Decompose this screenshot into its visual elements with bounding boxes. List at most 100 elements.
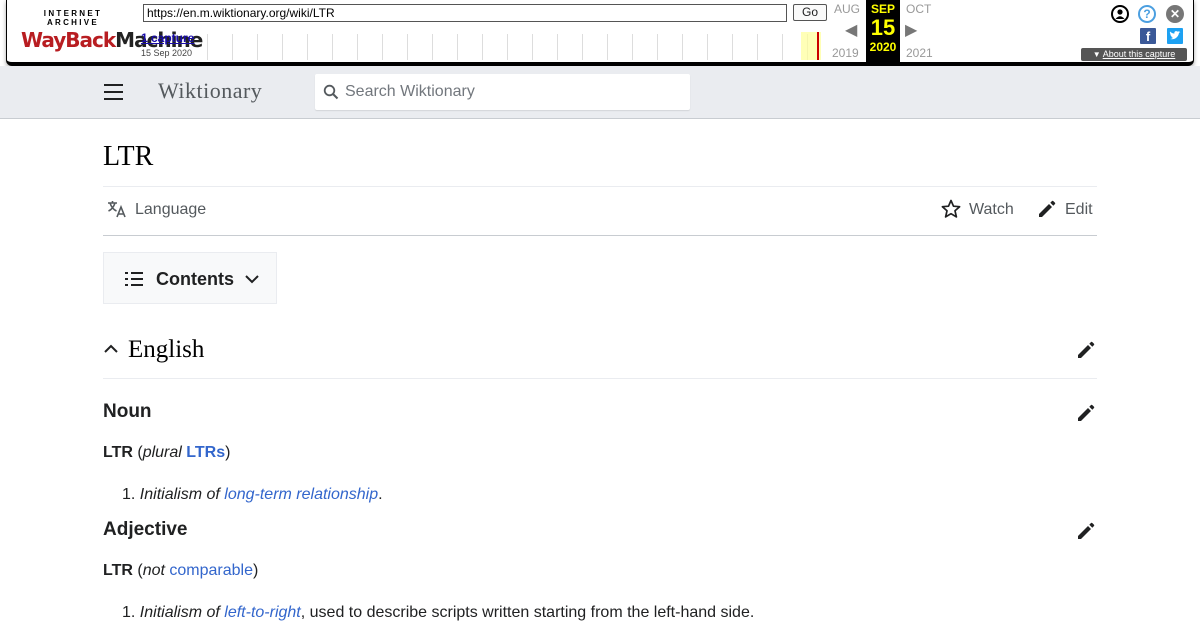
- sparkline-tick: [382, 34, 383, 60]
- sparkline-tick: [307, 34, 308, 60]
- triangle-down-icon: ▼: [1092, 50, 1101, 59]
- noun-plural-link[interactable]: LTRs: [186, 444, 225, 461]
- site-brand[interactable]: Wiktionary: [158, 78, 262, 104]
- wayback-logo-top: INTERNET ARCHIVE: [43, 9, 103, 27]
- about-capture-button[interactable]: ▼ About this capture: [1081, 48, 1187, 61]
- sparkline-tick: [357, 34, 358, 60]
- sparkline-tick: [582, 34, 583, 60]
- edit-button[interactable]: Edit: [1037, 200, 1093, 219]
- adjective-def-link[interactable]: left-to-right: [224, 604, 300, 621]
- sparkline-capture-mark[interactable]: [817, 32, 819, 60]
- user-icon[interactable]: [1111, 5, 1129, 23]
- noun-def-link[interactable]: long-term relationship: [224, 486, 378, 503]
- sparkline-tick: [482, 34, 483, 60]
- adjective-headword: LTR: [103, 562, 133, 579]
- wayback-sparkline[interactable]: [201, 32, 827, 60]
- watch-button[interactable]: Watch: [941, 199, 1014, 219]
- wayback-current-day: 15: [870, 15, 896, 40]
- close-icon[interactable]: ✕: [1166, 5, 1184, 23]
- toc-button[interactable]: Contents: [103, 252, 277, 304]
- adjective-definition: 1. Initialism of left-to-right, used to …: [122, 604, 754, 622]
- sparkline-tick: [632, 34, 633, 60]
- adjective-headword-line: LTR (not comparable): [103, 562, 258, 580]
- sparkline-tick: [557, 34, 558, 60]
- pencil-icon[interactable]: [1076, 403, 1096, 423]
- wayback-current-date: SEP 15 2020: [866, 0, 900, 62]
- watch-label: Watch: [969, 201, 1014, 218]
- toc-label: Contents: [156, 269, 234, 289]
- noun-paren-close: ): [225, 444, 231, 461]
- wayback-next-year[interactable]: 2021: [906, 46, 933, 60]
- wayback-go-button[interactable]: Go: [793, 4, 827, 21]
- edit-label: Edit: [1065, 201, 1093, 218]
- chevron-up-icon: [104, 344, 118, 353]
- pencil-icon[interactable]: [1076, 521, 1096, 541]
- sparkline-tick: [707, 34, 708, 60]
- noun-heading: Noun: [103, 401, 152, 422]
- wayback-prev-year[interactable]: 2019: [832, 46, 859, 60]
- sparkline-tick: [507, 34, 508, 60]
- about-capture-label: About this capture: [1102, 49, 1176, 59]
- sparkline-tick: [607, 34, 608, 60]
- search-input[interactable]: Search Wiktionary: [315, 74, 690, 110]
- page-title: LTR: [103, 141, 154, 172]
- wayback-current-year: 2020: [869, 40, 897, 54]
- adjective-not-label: not: [142, 562, 165, 579]
- noun-def-number: 1.: [122, 486, 136, 503]
- sparkline-tick: [757, 34, 758, 60]
- star-icon: [941, 199, 961, 218]
- wayback-next-month[interactable]: OCT: [906, 2, 931, 16]
- noun-headword: LTR: [103, 444, 133, 461]
- facebook-icon[interactable]: f: [1140, 28, 1156, 44]
- twitter-icon[interactable]: [1167, 28, 1183, 44]
- wayback-toolbar-panel: INTERNET ARCHIVE WayBackMachine https://…: [6, 0, 1194, 66]
- pencil-icon: [1039, 200, 1056, 217]
- noun-plural-label: plural: [142, 444, 182, 461]
- sparkline-tick: [207, 34, 208, 60]
- language-label: Language: [135, 201, 207, 218]
- wayback-prev-arrow-icon[interactable]: ◀: [845, 20, 857, 40]
- wayback-current-month: SEP: [870, 2, 895, 16]
- sparkline-tick: [457, 34, 458, 60]
- sparkline-tick: [532, 34, 533, 60]
- adjective-def-prefix: Initialism of: [139, 604, 220, 621]
- list-icon: [125, 272, 143, 286]
- adjective-def-suffix: , used to describe scripts written start…: [300, 604, 755, 621]
- wayback-url-input[interactable]: https://en.m.wiktionary.org/wiki/LTR: [143, 4, 787, 22]
- wayback-next-arrow-icon[interactable]: ▶: [905, 20, 917, 40]
- adjective-paren-close: ): [253, 562, 259, 579]
- sparkline-tick: [682, 34, 683, 60]
- sparkline-tick: [657, 34, 658, 60]
- noun-definition: 1. Initialism of long-term relationship.: [122, 486, 383, 504]
- adjective-def-number: 1.: [122, 604, 136, 621]
- help-icon[interactable]: ?: [1138, 5, 1156, 23]
- language-button[interactable]: Language: [107, 201, 206, 219]
- wayback-prev-month[interactable]: AUG: [834, 2, 860, 16]
- site-header: Wiktionary Search Wiktionary: [0, 66, 1200, 119]
- chevron-down-icon: [245, 275, 259, 284]
- section-english-header[interactable]: English: [103, 333, 1097, 379]
- search-icon: [323, 84, 339, 100]
- sparkline-tick: [732, 34, 733, 60]
- wayback-captures-link[interactable]: 1 capture: [141, 31, 194, 45]
- noun-def-suffix: .: [378, 486, 383, 503]
- sparkline-tick: [282, 34, 283, 60]
- adjective-comparable-link[interactable]: comparable: [169, 562, 253, 579]
- sparkline-tick: [782, 34, 783, 60]
- sparkline-tick: [432, 34, 433, 60]
- section-english-title: English: [128, 336, 205, 363]
- sparkline-tick: [257, 34, 258, 60]
- sparkline-tick: [407, 34, 408, 60]
- sparkline-tick: [232, 34, 233, 60]
- noun-headword-line: LTR (plural LTRs): [103, 444, 230, 462]
- wayback-logo-word1: WayBack: [21, 28, 116, 52]
- wayback-toolbar: INTERNET ARCHIVE WayBackMachine https://…: [0, 0, 1200, 70]
- wayback-captures-date: 15 Sep 2020: [141, 48, 193, 58]
- pencil-icon[interactable]: [1076, 340, 1096, 360]
- wayback-logo[interactable]: INTERNET ARCHIVE WayBackMachine: [21, 9, 203, 52]
- search-placeholder: Search Wiktionary: [345, 83, 475, 100]
- page-actions: Language Watch Edit: [103, 186, 1097, 236]
- menu-icon[interactable]: [104, 84, 123, 100]
- sparkline-tick: [332, 34, 333, 60]
- translate-icon: [108, 201, 126, 218]
